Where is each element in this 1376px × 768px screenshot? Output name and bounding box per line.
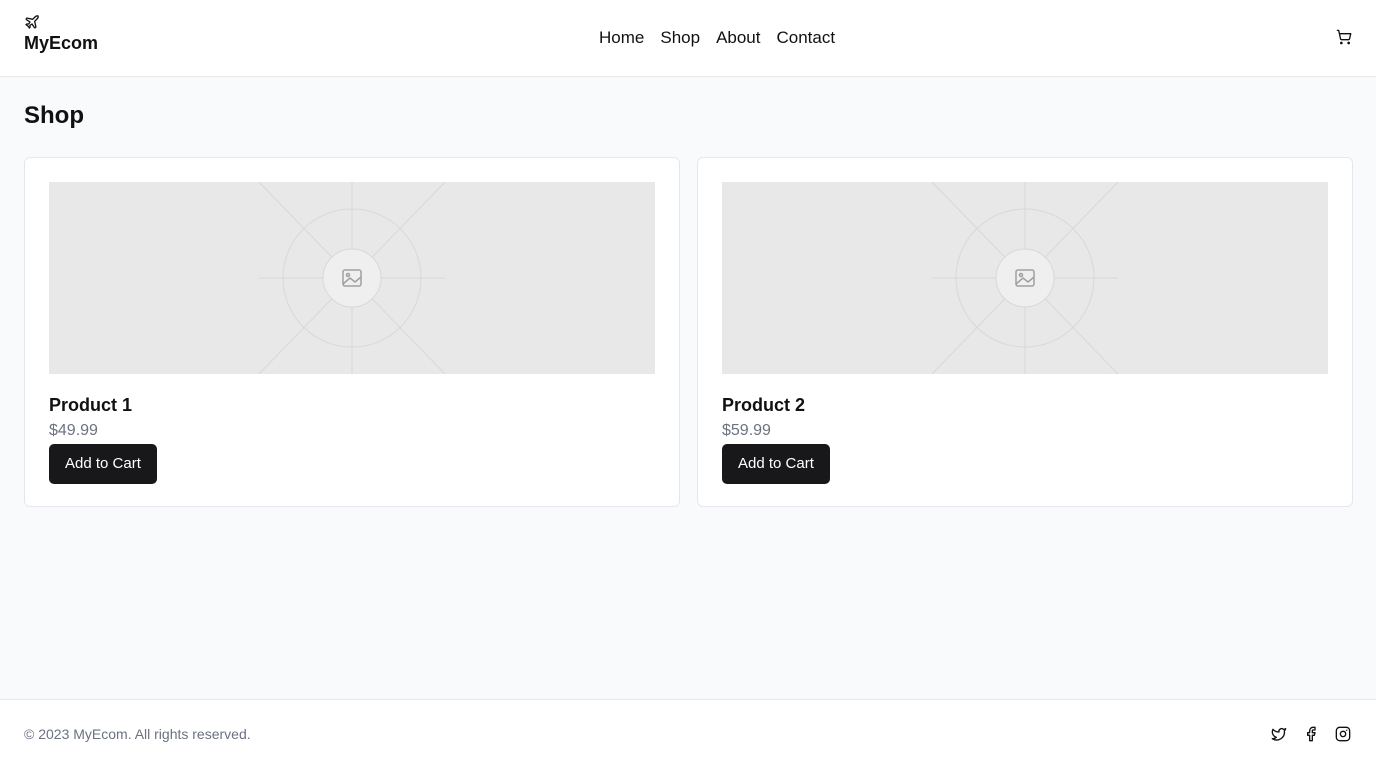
product-price: $49.99	[49, 422, 98, 439]
main-nav: Home Shop About Contact	[599, 28, 835, 48]
product-card: Product 1 $49.99 Add to Cart	[24, 157, 680, 507]
site-header: MyEcom Home Shop About Contact	[0, 0, 1376, 77]
nav-link-about[interactable]: About	[716, 28, 760, 48]
placeholder-graphic	[258, 182, 446, 374]
facebook-icon[interactable]	[1303, 726, 1319, 742]
instagram-icon[interactable]	[1335, 726, 1351, 742]
product-name: Product 2	[722, 395, 806, 415]
nav-link-home[interactable]: Home	[599, 28, 644, 48]
product-image-placeholder	[722, 182, 1328, 374]
twitter-icon[interactable]	[1271, 726, 1287, 742]
product-image-placeholder	[49, 182, 655, 374]
product-name: Product 1	[49, 395, 133, 415]
cart-button[interactable]	[1334, 29, 1354, 49]
product-grid: Product 1 $49.99 Add to Cart Product 2 $…	[24, 157, 1353, 507]
product-price: $59.99	[722, 422, 771, 439]
nav-link-shop[interactable]: Shop	[660, 28, 700, 48]
placeholder-graphic	[931, 182, 1119, 374]
social-links	[1271, 726, 1351, 742]
brand-logo-link[interactable]: MyEcom	[24, 14, 98, 54]
brand-name: MyEcom	[24, 33, 99, 53]
copyright-text: © 2023 MyEcom. All rights reserved.	[24, 726, 251, 742]
site-footer: © 2023 MyEcom. All rights reserved.	[0, 699, 1376, 768]
shop-main: Shop Product 1 $49.99 Add to Cart Produc…	[24, 100, 1353, 507]
add-to-cart-button[interactable]: Add to Cart	[722, 444, 830, 484]
cart-icon	[1336, 29, 1352, 50]
plane-icon	[24, 14, 40, 30]
add-to-cart-button[interactable]: Add to Cart	[49, 444, 157, 484]
nav-link-contact[interactable]: Contact	[777, 28, 836, 48]
product-card: Product 2 $59.99 Add to Cart	[697, 157, 1353, 507]
page-title: Shop	[24, 102, 84, 129]
